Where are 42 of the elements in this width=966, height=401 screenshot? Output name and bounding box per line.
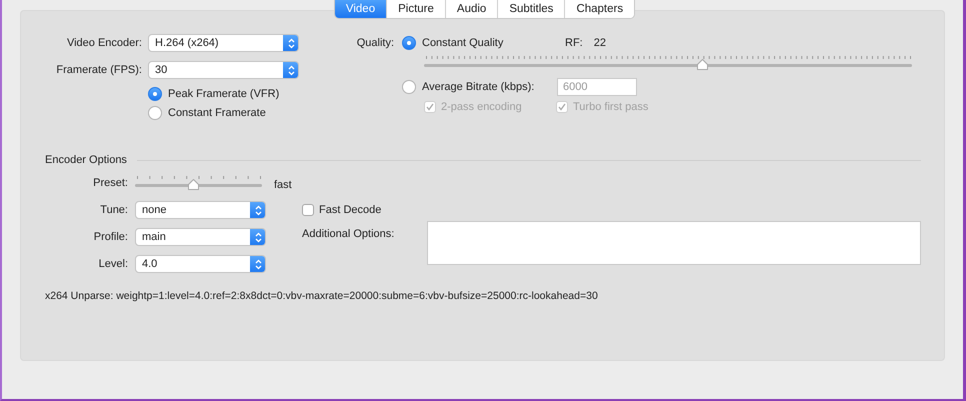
radio-label: Peak Framerate (VFR) [168,88,280,100]
field-label: Preset: [92,177,128,189]
field-label: Quality: [356,37,394,49]
profile-dropdown[interactable]: main [135,228,266,246]
encoder-dropdown[interactable]: H.264 (x264) [148,34,299,52]
field-label: Framerate (FPS): [55,64,142,76]
field-label: Tune: [99,204,128,216]
radio-button[interactable] [402,80,416,94]
radio-button[interactable] [402,36,416,50]
tab[interactable]: Chapters [564,0,634,18]
level-dropdown[interactable]: 4.0 [135,255,266,273]
preset-slider[interactable] [135,176,262,190]
slider-thumb[interactable] [697,59,708,70]
radio-label: Constant Framerate [168,107,266,119]
field-label: Video Encoder: [66,37,142,49]
rf-label: RF: [565,37,583,49]
field-label: Additional Options: [302,228,396,240]
options-field[interactable] [427,221,921,265]
rf-value: 22 [594,37,606,49]
checkbox[interactable] [302,204,314,216]
checkbox-label: 2-pass encoding [441,101,522,113]
chevron-up-down-icon [250,256,265,272]
framerate-dropdown[interactable]: 30 [148,61,299,79]
field-label: Level: [98,258,128,270]
chevron-up-down-icon [283,62,298,78]
preset-value: fast [274,179,292,191]
bitrate-field[interactable]: 6000 [557,78,637,96]
slider-thumb[interactable] [188,179,200,190]
radio-label: Constant Quality [422,37,504,49]
chevron-up-down-icon [283,35,298,51]
radio-button[interactable] [148,106,162,120]
radio-label: Average Bitrate (kbps): [422,81,536,93]
section-title: Encoder Options [45,154,127,166]
quality-slider[interactable] [424,56,912,70]
chevron-up-down-icon [250,229,265,245]
tune-dropdown[interactable]: none [135,201,266,219]
radio-button[interactable] [148,87,162,101]
checkbox-label: Turbo first pass [573,101,648,113]
field-label: Profile: [92,231,128,243]
chevron-up-down-icon [250,202,265,218]
checkbox-label: Fast Decode [319,204,382,216]
unparse-text: x264 Unparse: weightp=1:level=4.0:ref=2:8x8dct=0:vbv-maxrate=20000:subme=6:vbv-bufsize=25000:rc-lookahead=30 [45,290,599,302]
